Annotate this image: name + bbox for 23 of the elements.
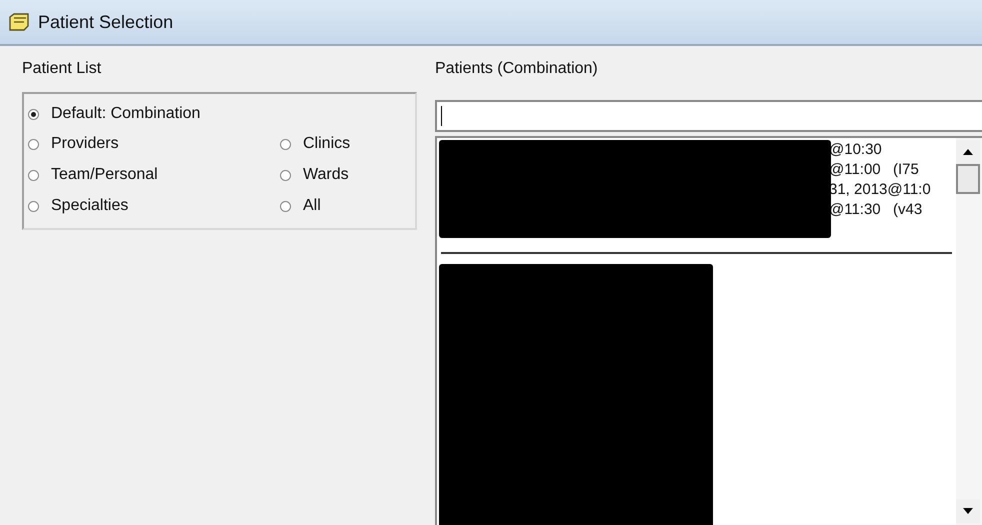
search-field[interactable]: [435, 100, 982, 132]
scroll-thumb[interactable]: [956, 164, 980, 194]
scroll-up-button[interactable]: [956, 140, 980, 164]
appointment-time: @11:00: [829, 160, 882, 180]
radio-option[interactable]: Providers: [28, 128, 280, 160]
appointment-time: @11:30: [829, 200, 882, 220]
section-label: Patient List: [22, 60, 102, 79]
up-arrow-icon: [963, 149, 973, 155]
scrollbar[interactable]: [956, 138, 982, 525]
radio-option[interactable]: Specialties: [28, 190, 280, 222]
folder-icon: [8, 12, 30, 32]
window-title: Patient Selection: [38, 12, 174, 32]
radio-option[interactable]: All: [280, 190, 350, 222]
appointment-time: @10:30: [829, 140, 883, 160]
row-detail: (v43: [893, 200, 922, 220]
radio-option[interactable]: Team/Personal: [28, 159, 280, 191]
radio-option[interactable]: Default: Combination: [28, 99, 415, 129]
down-arrow-icon: [963, 508, 973, 514]
radio-option[interactable]: Wards: [280, 159, 350, 191]
section-label: Patients (Combination): [435, 60, 599, 79]
row-detail: (I75: [893, 160, 919, 180]
scroll-down-button[interactable]: [956, 499, 980, 523]
radio-option[interactable]: Clinics: [280, 128, 350, 160]
